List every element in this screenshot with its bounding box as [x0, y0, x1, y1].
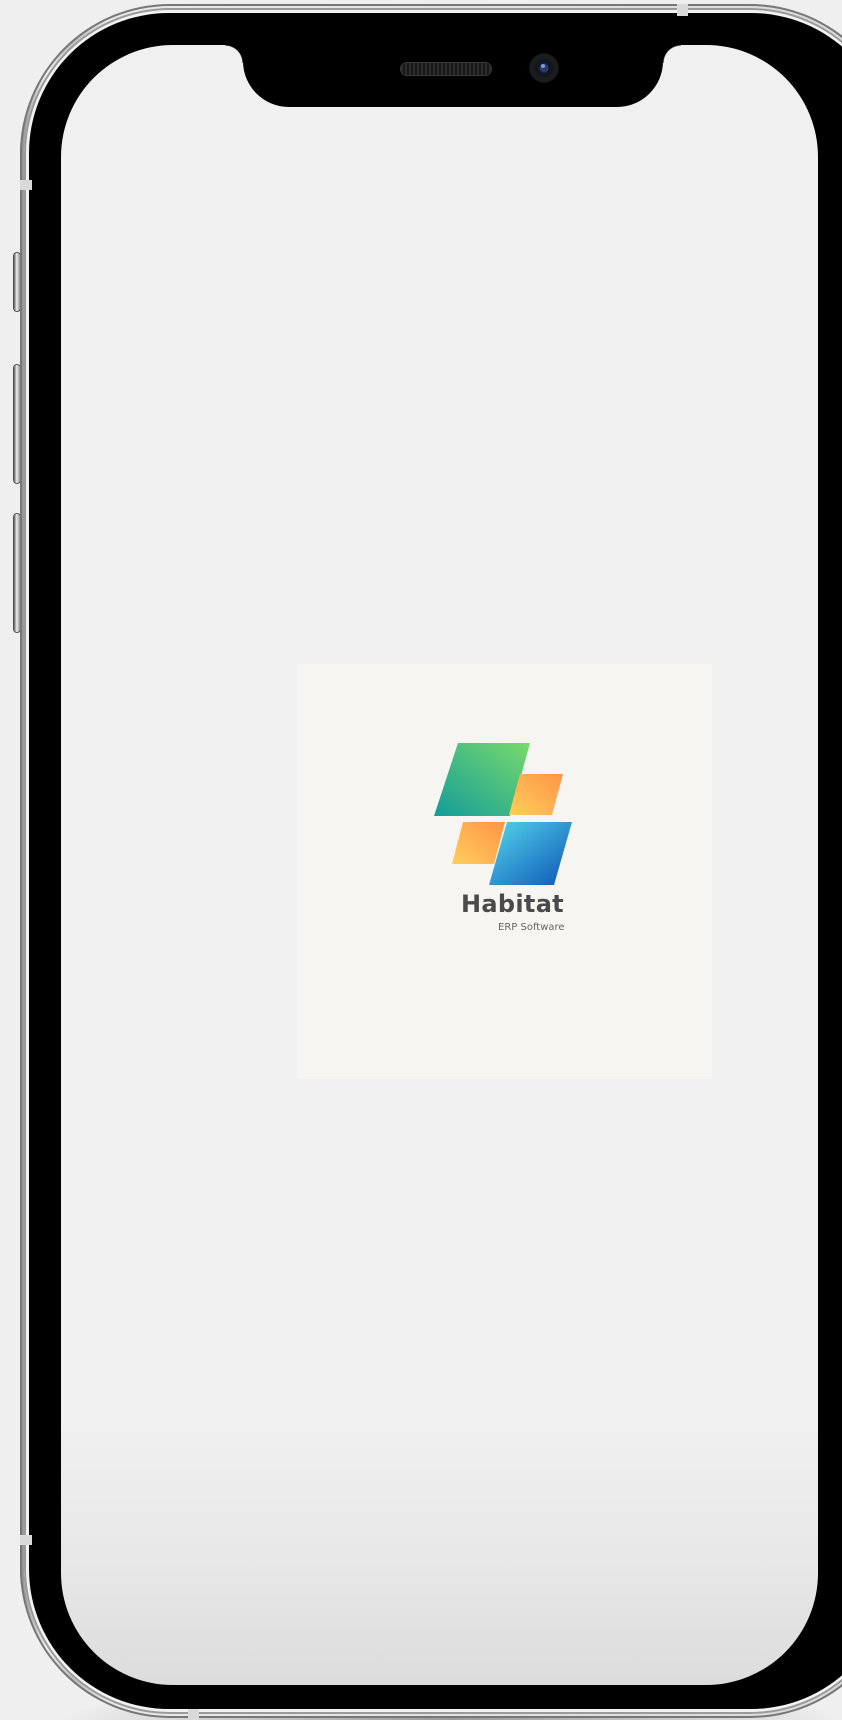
antenna-line-top	[677, 4, 688, 16]
splash-screen: Habitat ERP Software	[297, 664, 712, 1079]
habitat-logo-icon	[434, 743, 572, 885]
app-title: Habitat	[461, 890, 564, 918]
phone-screen: Habitat ERP Software	[61, 45, 818, 1685]
antenna-line-left-top	[20, 180, 32, 190]
phone-frame: Habitat ERP Software	[20, 4, 842, 1718]
app-tagline: ERP Software	[498, 922, 565, 933]
antenna-line-bottom	[188, 1709, 199, 1720]
phone-notch	[225, 45, 681, 107]
mockup-stage: Habitat ERP Software	[0, 0, 842, 1720]
antenna-line-left-bottom	[20, 1535, 32, 1545]
front-camera-icon	[529, 53, 559, 83]
speaker-grille-icon	[401, 63, 491, 75]
